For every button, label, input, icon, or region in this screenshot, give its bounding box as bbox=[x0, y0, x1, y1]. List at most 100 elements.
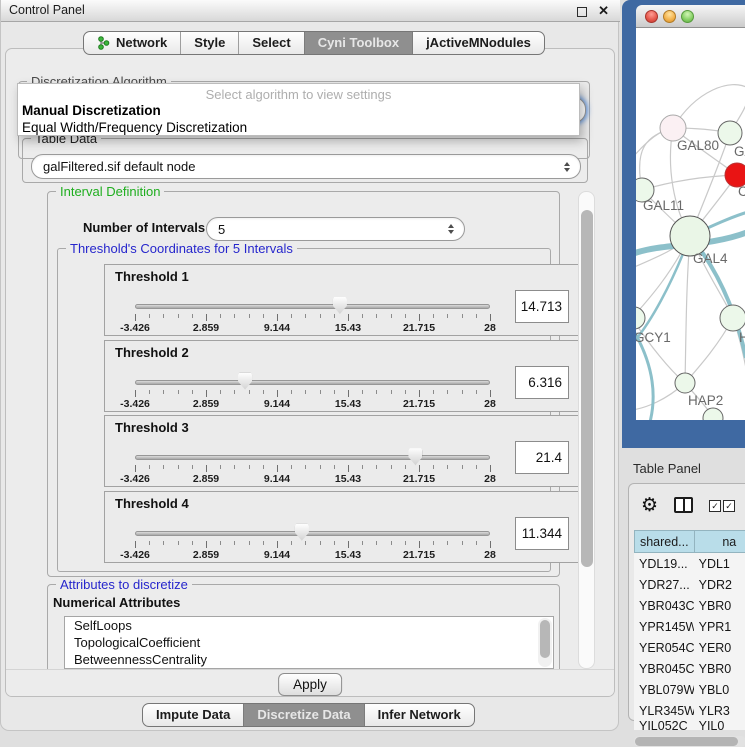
tab-jactivemnodules[interactable]: jActiveMNodules bbox=[412, 32, 544, 54]
algorithm-option-equal-width-frequency-discretization[interactable]: Equal Width/Frequency Discretization bbox=[22, 120, 247, 135]
table-panel: ⚙ ✓ ✓ shared...naYDL19...YDL1YDR27...YDR… bbox=[628, 483, 745, 721]
tick-mark bbox=[305, 465, 306, 469]
table-row[interactable]: YIL052CYIL0 bbox=[634, 721, 745, 730]
control-panel-titlebar: Control Panel ✕ bbox=[1, 0, 620, 22]
gear-icon[interactable]: ⚙ bbox=[641, 493, 658, 517]
table-row[interactable]: YBR043CYBR0 bbox=[634, 595, 745, 616]
network-node[interactable] bbox=[675, 373, 695, 393]
tick-mark bbox=[234, 314, 235, 318]
checkbox-icon[interactable]: ✓ bbox=[723, 500, 735, 512]
checkbox-icon[interactable]: ✓ bbox=[709, 500, 721, 512]
table-cell: YBR045C bbox=[634, 658, 694, 679]
table-row[interactable]: YPR145WYPR1 bbox=[634, 616, 745, 637]
split-columns-icon[interactable] bbox=[674, 497, 693, 513]
number-of-intervals-combobox[interactable]: 5 bbox=[206, 217, 465, 241]
top-tab-bar: NetworkStyle Select Cyni ToolboxjActiveMNo… bbox=[83, 31, 545, 55]
algorithm-placeholder-option[interactable]: Select algorithm to view settings bbox=[18, 87, 579, 102]
slider-track[interactable] bbox=[135, 455, 490, 460]
attribute-item-selfloops[interactable]: SelfLoops bbox=[65, 617, 553, 634]
network-node[interactable] bbox=[720, 305, 745, 331]
table-row[interactable]: YDR27...YDR2 bbox=[634, 574, 745, 595]
table-data-combobox[interactable]: galFiltered.sif default node bbox=[31, 154, 581, 179]
algorithm-option-manual-discretization[interactable]: Manual Discretization bbox=[22, 103, 161, 118]
slider-track[interactable] bbox=[135, 531, 490, 536]
tick-mark bbox=[447, 465, 448, 469]
slider-thumb[interactable] bbox=[238, 373, 252, 390]
network-node[interactable] bbox=[670, 216, 710, 256]
table-row[interactable]: YDL19...YDL1 bbox=[634, 553, 745, 574]
tick-mark bbox=[263, 390, 264, 394]
slider-thumb[interactable] bbox=[408, 448, 422, 465]
tick-label: 21.715 bbox=[403, 398, 435, 410]
tab-network[interactable]: Network bbox=[84, 32, 180, 54]
attribute-item-topologicalcoefficient[interactable]: TopologicalCoefficient bbox=[65, 634, 553, 651]
network-node[interactable] bbox=[636, 307, 645, 329]
tick-mark bbox=[391, 390, 392, 394]
network-node[interactable] bbox=[703, 408, 723, 420]
network-canvas[interactable]: GAL80GACGAL11GAL4GCY1HHAP2 bbox=[636, 28, 745, 420]
zoom-traffic-light-icon[interactable] bbox=[681, 10, 694, 23]
minimize-traffic-light-icon[interactable] bbox=[663, 10, 676, 23]
tick-mark bbox=[447, 541, 448, 545]
close-icon[interactable]: ✕ bbox=[598, 2, 609, 20]
threshold-value-field[interactable]: 14.713 bbox=[515, 290, 569, 323]
algorithm-dropdown-popup: Select algorithm to view settings Manual… bbox=[17, 83, 580, 136]
table-cell: YDL19... bbox=[634, 553, 694, 574]
tick-mark bbox=[476, 390, 477, 394]
tick-mark bbox=[206, 314, 207, 321]
threshold-value-field[interactable]: 21.4 bbox=[515, 441, 569, 474]
slider-thumb[interactable] bbox=[295, 524, 309, 541]
table-cell: YBR043C bbox=[634, 595, 694, 616]
list-scrollbar[interactable] bbox=[538, 618, 552, 667]
tick-mark bbox=[234, 465, 235, 469]
threshold-value-field[interactable]: 11.344 bbox=[515, 517, 569, 550]
table-row[interactable]: YBR045CYBR0 bbox=[634, 658, 745, 679]
tick-mark bbox=[277, 314, 278, 321]
threshold-label: Threshold 3 bbox=[115, 420, 189, 435]
numerical-attributes-list[interactable]: SelfLoopsTopologicalCoefficientBetweenne… bbox=[64, 616, 554, 669]
table-row[interactable]: YBL079WYBL0 bbox=[634, 679, 745, 700]
tick-mark bbox=[192, 314, 193, 318]
close-traffic-light-icon[interactable] bbox=[645, 10, 658, 23]
column-header-1[interactable]: shared... bbox=[634, 530, 694, 553]
tick-mark bbox=[320, 465, 321, 469]
table-cell: YDL1 bbox=[694, 553, 745, 574]
tick-mark bbox=[405, 465, 406, 469]
network-window-frame[interactable]: GAL80GACGAL11GAL4GCY1HHAP2 bbox=[622, 0, 745, 448]
tick-mark bbox=[135, 541, 136, 548]
tab-style[interactable]: Style bbox=[180, 32, 238, 54]
apply-button[interactable]: Apply bbox=[278, 673, 342, 696]
attribute-item-betweennesscentrality[interactable]: BetweennessCentrality bbox=[65, 651, 553, 668]
table-hscrollbar[interactable] bbox=[634, 736, 745, 747]
tab-infer-network[interactable]: Infer Network bbox=[364, 704, 474, 726]
float-window-icon[interactable] bbox=[577, 7, 587, 17]
node-label-c: C bbox=[738, 184, 745, 199]
table-row[interactable]: YER054CYER0 bbox=[634, 637, 745, 658]
content-scrollbar[interactable] bbox=[578, 191, 595, 669]
slider-thumb[interactable] bbox=[333, 297, 347, 314]
threshold-value-field[interactable]: 6.316 bbox=[515, 366, 569, 399]
tab-label: Select bbox=[252, 32, 290, 54]
network-node[interactable] bbox=[718, 121, 742, 145]
tab-impute-data[interactable]: Impute Data bbox=[143, 704, 243, 726]
tab-discretize-data[interactable]: Discretize Data bbox=[243, 704, 363, 726]
tick-mark bbox=[490, 541, 491, 548]
combo-arrows-icon bbox=[448, 224, 454, 234]
tick-mark bbox=[249, 314, 250, 318]
tick-mark bbox=[220, 541, 221, 545]
tick-mark bbox=[263, 541, 264, 545]
slider-track[interactable] bbox=[135, 380, 490, 385]
tick-mark bbox=[362, 314, 363, 318]
tick-mark bbox=[206, 541, 207, 548]
tab-select[interactable]: Select bbox=[238, 32, 303, 54]
table-row[interactable]: YLR345WYLR3 bbox=[634, 700, 745, 721]
tab-cyni-toolbox[interactable]: Cyni Toolbox bbox=[304, 32, 412, 54]
tick-label: -3.426 bbox=[120, 398, 150, 410]
slider-track[interactable] bbox=[135, 304, 490, 309]
tick-mark bbox=[178, 465, 179, 469]
interval-definition-group: Interval Definition Number of Intervals … bbox=[47, 191, 560, 577]
node-label-gal80: GAL80 bbox=[677, 138, 719, 153]
tick-mark bbox=[149, 541, 150, 545]
column-header-2[interactable]: na bbox=[694, 530, 745, 553]
table-cell: YBR0 bbox=[694, 658, 745, 679]
